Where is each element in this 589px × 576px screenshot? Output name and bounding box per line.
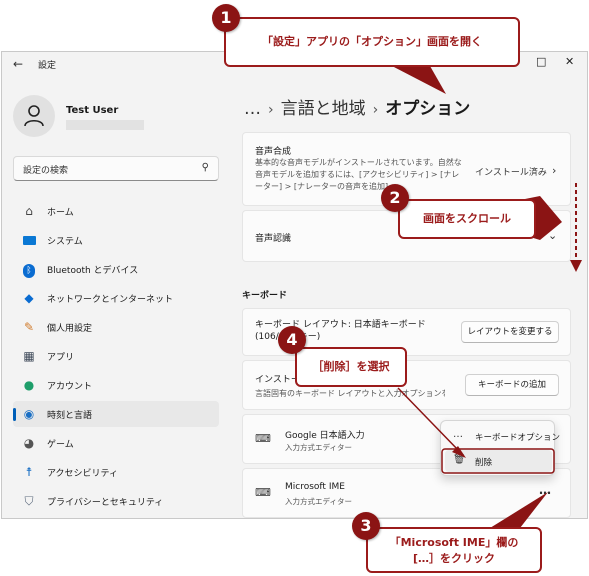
breadcrumb-separator-icon: ›: [372, 102, 379, 118]
search-icon[interactable]: ⚲: [202, 162, 209, 173]
chevron-down-icon: ⌄: [548, 229, 558, 242]
trash-icon: 🗑: [453, 454, 466, 465]
user-email-redacted: [66, 120, 144, 130]
bluetooth-icon: ᛒ: [21, 261, 37, 278]
menu-item-label: 削除: [475, 458, 493, 468]
close-icon[interactable]: ✕: [565, 55, 574, 68]
home-icon: ⌂: [25, 204, 33, 218]
brush-icon: ✎: [23, 320, 35, 334]
sidebar-item-label: ホーム: [47, 208, 74, 218]
breadcrumb-ellipsis[interactable]: …: [244, 99, 261, 119]
sidebar-item-label: 時刻と言語: [47, 411, 93, 421]
installed-keyboards-description: 言語固有のキーボード レイアウトと入力オプションを管理します: [255, 389, 445, 398]
chevron-right-icon: ›: [552, 164, 557, 177]
sidebar: Test User 設定の検索 ⚲ ⌂ ホーム システム ᛒ Bluetooth…: [2, 76, 230, 518]
ime-name: Google 日本語入力: [285, 431, 365, 441]
menu-item-keyboard-options[interactable]: … キーボードオプション: [445, 425, 560, 447]
sidebar-item-privacy[interactable]: ⛉ プライバシーとセキュリティ: [13, 488, 219, 514]
user-icon: [24, 105, 44, 127]
keyboard-icon: ⌨: [255, 432, 271, 445]
sidebar-item-label: 個人用設定: [47, 324, 93, 334]
sidebar-item-bluetooth[interactable]: ᛒ Bluetooth とデバイス: [13, 256, 219, 282]
breadcrumb-separator-icon: ›: [268, 102, 274, 118]
accessibility-icon: ☨: [25, 465, 33, 479]
user-name: Test User: [66, 105, 119, 116]
step-badge-3: 3: [352, 512, 380, 540]
account-icon: ●: [23, 378, 35, 392]
time-language-icon: ◉: [23, 407, 35, 421]
sidebar-item-label: ゲーム: [47, 440, 74, 450]
ime-name: Microsoft IME: [285, 482, 345, 492]
breadcrumb: … › 言語と地域 › オプション: [244, 94, 470, 119]
speech-recognition-title: 音声認識: [255, 234, 292, 244]
callout-step-1-text: 「設定」アプリの「オプション」画面を開く: [262, 35, 482, 48]
page-title: オプション: [385, 99, 471, 119]
sidebar-item-personalization[interactable]: ✎ 個人用設定: [13, 314, 219, 340]
maximize-icon[interactable]: □: [536, 55, 546, 68]
sidebar-item-system[interactable]: システム: [13, 227, 219, 253]
sidebar-item-time-language[interactable]: ◉ 時刻と言語: [13, 401, 219, 427]
change-layout-button[interactable]: レイアウトを変更する: [461, 321, 559, 343]
callout-step-2: 画面をスクロール: [398, 199, 536, 239]
ime-subtitle: 入力方式エディター: [285, 497, 352, 506]
apps-icon: ▦: [23, 349, 35, 363]
system-icon: [21, 232, 37, 248]
callout-step-3-line-1: 「Microsoft IME」欄の: [389, 536, 519, 549]
speech-synthesis-description: 基本的な音声モデルがインストールされています。自然な音声モデルを追加するには、[…: [255, 158, 462, 191]
callout-step-3: 「Microsoft IME」欄の […］をクリック: [366, 527, 542, 573]
sidebar-item-label: システム: [47, 237, 83, 247]
sidebar-item-accessibility[interactable]: ☨ アクセシビリティ: [13, 459, 219, 485]
callout-step-3-line-2: […］をクリック: [412, 552, 496, 565]
game-icon: ◕: [23, 436, 35, 450]
active-indicator: [13, 408, 16, 421]
wifi-icon: ◆: [24, 291, 34, 305]
menu-item-label: キーボードオプション: [475, 433, 561, 443]
shield-icon: ⛉: [24, 494, 34, 508]
sidebar-item-label: ネットワークとインターネット: [47, 295, 174, 305]
sidebar-item-label: プライバシーとセキュリティ: [47, 498, 164, 508]
keyboard-section-label: キーボード: [242, 291, 288, 301]
keyboard-icon: ⌨: [255, 486, 271, 499]
more-options-button[interactable]: …: [539, 483, 552, 497]
callout-step-4: ［削除］を選択: [295, 347, 407, 387]
callout-step-1: 「設定」アプリの「オプション」画面を開く: [224, 17, 520, 67]
search-input[interactable]: 設定の検索 ⚲: [13, 156, 219, 181]
callout-step-4-text: ［削除］を選択: [312, 360, 390, 373]
ime-subtitle: 入力方式エディター: [285, 443, 352, 452]
step-badge-2: 2: [381, 184, 409, 212]
sidebar-item-label: アカウント: [47, 382, 93, 392]
sidebar-item-label: アクセシビリティ: [47, 469, 119, 479]
speech-synthesis-status: インストール済み: [475, 168, 547, 178]
more-icon: …: [453, 429, 463, 440]
sidebar-item-gaming[interactable]: ◕ ゲーム: [13, 430, 219, 456]
sidebar-item-label: アプリ: [47, 353, 75, 363]
speech-synthesis-title: 音声合成: [255, 147, 292, 157]
app-title: 設定: [38, 61, 57, 71]
back-arrow-icon[interactable]: ←: [13, 57, 23, 71]
step-badge-1: 1: [212, 4, 240, 32]
search-placeholder: 設定の検索: [23, 166, 69, 176]
sidebar-item-label: Bluetooth とデバイス: [47, 266, 139, 276]
sidebar-item-apps[interactable]: ▦ アプリ: [13, 343, 219, 369]
add-keyboard-button[interactable]: キーボードの追加: [465, 374, 559, 396]
sidebar-item-network[interactable]: ◆ ネットワークとインターネット: [13, 285, 219, 311]
menu-item-delete[interactable]: 🗑 削除: [445, 450, 552, 472]
sidebar-item-home[interactable]: ⌂ ホーム: [13, 198, 219, 224]
callout-step-2-text: 画面をスクロール: [423, 212, 511, 225]
sidebar-item-accounts[interactable]: ● アカウント: [13, 372, 219, 398]
avatar[interactable]: [13, 95, 55, 137]
step-badge-4: 4: [278, 326, 306, 354]
breadcrumb-parent[interactable]: 言語と地域: [281, 99, 366, 119]
context-menu: … キーボードオプション 🗑 削除: [440, 420, 560, 476]
